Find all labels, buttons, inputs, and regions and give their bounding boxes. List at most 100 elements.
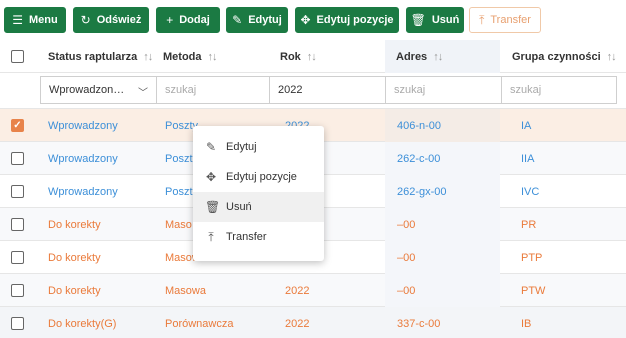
table-row[interactable]: Do korekty(G) Porównawcza 2022 337-c-00 … — [0, 307, 626, 338]
delete-button-label: Usuń — [431, 14, 460, 26]
status-filter-value: Wprowadzon… — [49, 84, 125, 96]
refresh-button[interactable]: ↻ Odśwież — [73, 7, 149, 33]
context-menu-edit-items[interactable]: ✥ Edytuj pozycje — [193, 162, 324, 192]
header-metoda[interactable]: Metoda ↑↓ — [163, 40, 218, 73]
context-menu-edit[interactable]: ✎ Edytuj — [193, 132, 324, 162]
delete-button[interactable]: 🗑 Usuń — [406, 7, 464, 33]
cell-grupa: IVC — [521, 185, 540, 198]
chevron-down-icon: ﹀ — [138, 88, 148, 99]
row-checkbox[interactable] — [11, 317, 24, 330]
row-checkbox[interactable] — [11, 251, 24, 264]
sort-icon[interactable]: ↑↓ — [208, 51, 218, 63]
cell-status: Do korekty — [48, 284, 101, 297]
row-checkbox[interactable]: ✓ — [11, 119, 24, 132]
sort-icon[interactable]: ↑↓ — [433, 51, 443, 63]
context-menu: ✎ Edytuj ✥ Edytuj pozycje 🗑 Usuń ⤒ Trans… — [193, 126, 324, 261]
cell-grupa: PTP — [521, 251, 543, 264]
edit-items-button-label: Edytuj pozycje — [316, 14, 394, 26]
header-metoda-label: Metoda — [163, 50, 202, 63]
status-filter-select[interactable]: Wprowadzon… ﹀ — [40, 76, 157, 104]
row-checkbox[interactable] — [11, 152, 24, 165]
adres-filter-input[interactable]: szukaj — [385, 76, 502, 104]
metoda-filter-input[interactable]: szukaj — [156, 76, 270, 104]
adres-filter-placeholder: szukaj — [394, 84, 426, 96]
cell-metoda: Poszt — [165, 185, 193, 198]
context-menu-delete[interactable]: 🗑 Usuń — [193, 192, 324, 222]
header-rok[interactable]: Rok ↑↓ — [280, 40, 317, 73]
cell-grupa: PR — [521, 218, 537, 231]
plus-icon: + — [166, 13, 174, 27]
sort-icon[interactable]: ↑↓ — [607, 51, 617, 63]
row-checkbox[interactable] — [11, 218, 24, 231]
trash-icon: 🗑 — [410, 13, 426, 27]
cell-adres: 262-gx-00 — [397, 185, 447, 198]
cell-adres: 337-c-00 — [397, 317, 441, 330]
pencil-icon: ✎ — [232, 13, 243, 27]
sort-icon[interactable]: ↑↓ — [307, 51, 317, 63]
table-header-row: Status raptularza ↑↓ Metoda ↑↓ Rok ↑↓ Ad… — [0, 40, 626, 73]
cell-rok: 2022 — [285, 317, 310, 330]
select-all-checkbox[interactable] — [11, 50, 24, 63]
header-rok-label: Rok — [280, 50, 301, 63]
cell-status: Wprowadzony — [48, 119, 118, 132]
cell-adres: 406-n-00 — [397, 119, 442, 132]
context-menu-edit-items-label: Edytuj pozycje — [226, 171, 297, 183]
header-status-label: Status raptularza — [48, 50, 138, 63]
header-grupa[interactable]: Grupa czynności ↑↓ — [512, 40, 617, 73]
cell-status: Wprowadzony — [48, 185, 118, 198]
edit-button[interactable]: ✎ Edytuj — [226, 7, 288, 33]
context-menu-transfer-label: Transfer — [226, 231, 267, 243]
cell-status: Do korekty — [48, 251, 101, 264]
sort-icon[interactable]: ↑↓ — [143, 51, 153, 63]
cell-adres: 262-c-00 — [397, 152, 441, 165]
cell-grupa: IA — [521, 119, 532, 132]
toolbar: ☰ Menu ↻ Odśwież + Dodaj ✎ Edytuj ✥ Edyt… — [0, 0, 626, 38]
add-button-label: Dodaj — [179, 14, 210, 26]
hamburger-icon: ☰ — [12, 13, 24, 27]
header-adres-label: Adres — [396, 50, 428, 63]
grid-edit-icon: ✥ — [300, 13, 311, 27]
grid-edit-icon: ✥ — [205, 170, 217, 184]
row-checkbox[interactable] — [11, 185, 24, 198]
cell-status: Do korekty — [48, 218, 101, 231]
cell-metoda: Masowa — [165, 284, 206, 297]
edit-items-button[interactable]: ✥ Edytuj pozycje — [295, 7, 399, 33]
cell-adres: –00 — [397, 218, 416, 231]
trash-icon: 🗑 — [205, 200, 221, 214]
pencil-icon: ✎ — [205, 140, 217, 154]
cell-grupa: IB — [521, 317, 532, 330]
edit-button-label: Edytuj — [248, 14, 282, 26]
refresh-button-label: Odśwież — [96, 14, 142, 26]
rok-filter-input[interactable]: 2022 — [269, 76, 386, 104]
metoda-filter-placeholder: szukaj — [165, 84, 197, 96]
cell-rok: 2022 — [285, 284, 310, 297]
menu-button[interactable]: ☰ Menu — [4, 7, 66, 33]
cell-grupa: PTW — [521, 284, 546, 297]
header-status[interactable]: Status raptularza ↑↓ — [48, 40, 153, 73]
cell-metoda: Maso — [165, 218, 192, 231]
transfer-button-label: Transfer — [490, 14, 531, 26]
context-menu-transfer[interactable]: ⤒ Transfer — [193, 222, 324, 252]
upload-icon: ⤒ — [479, 13, 485, 27]
menu-button-label: Menu — [29, 14, 58, 26]
add-button[interactable]: + Dodaj — [156, 7, 220, 33]
cell-metoda: Poszt — [165, 152, 193, 165]
transfer-button[interactable]: ⤒ Transfer — [469, 7, 541, 33]
header-adres[interactable]: Adres ↑↓ — [385, 40, 500, 73]
cell-status: Do korekty(G) — [48, 317, 117, 330]
rok-filter-value: 2022 — [278, 84, 303, 96]
grupa-filter-placeholder: szukaj — [510, 84, 542, 96]
grupa-filter-input[interactable]: szukaj — [501, 76, 617, 104]
filter-row: Wprowadzon… ﹀ szukaj 2022 szukaj szukaj — [0, 73, 626, 109]
cell-adres: –00 — [397, 284, 416, 297]
context-menu-edit-label: Edytuj — [226, 141, 257, 153]
context-menu-delete-label: Usuń — [226, 201, 252, 213]
row-checkbox[interactable] — [11, 284, 24, 297]
table-row[interactable]: Do korekty Masowa 2022 –00 PTW — [0, 274, 626, 307]
cell-adres: –00 — [397, 251, 416, 264]
header-grupa-label: Grupa czynności — [512, 50, 601, 63]
upload-icon: ⤒ — [208, 229, 214, 244]
cell-metoda: Porównawcza — [165, 317, 234, 330]
cell-grupa: IIA — [521, 152, 535, 165]
refresh-icon: ↻ — [80, 13, 91, 27]
